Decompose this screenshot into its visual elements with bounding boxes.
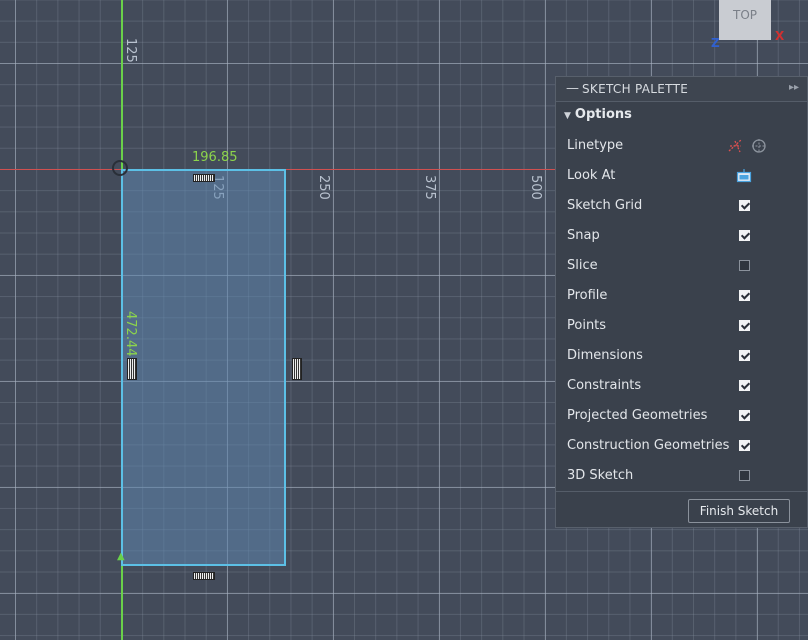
option-row: Snap [567,221,797,251]
vertical-constraint-icon[interactable] [292,358,302,380]
palette-header: — SKETCH PALETTE ▸▸ [556,77,807,102]
origin-point-icon[interactable] [112,160,128,176]
option-row: Sketch Grid [567,191,797,221]
checkbox[interactable] [739,230,750,241]
finish-sketch-button[interactable]: Finish Sketch [688,499,790,523]
checkbox[interactable] [739,440,750,451]
tick-label: 500 [528,175,543,200]
option-row: Construction Geometries [567,431,797,461]
option-row: Constraints [567,371,797,401]
checkbox[interactable] [739,290,750,301]
option-label: Profile [567,288,608,303]
triangle-down-icon: ▼ [564,111,571,121]
viewcube-z-axis: Z [711,36,720,50]
checkbox[interactable] [739,350,750,361]
construction-line-icon[interactable] [727,138,743,154]
option-label: Sketch Grid [567,198,643,213]
option-label: Snap [567,228,600,243]
option-label: Points [567,318,607,333]
palette-title: SKETCH PALETTE [582,82,689,96]
tick-label: 250 [316,175,331,200]
option-label: Construction Geometries [567,438,730,453]
option-label: Dimensions [567,348,643,363]
tick-label: 375 [422,175,437,200]
checkbox[interactable] [739,200,750,211]
option-row: Points [567,311,797,341]
corner-arrow-icon: ▲ [117,551,125,562]
option-label: 3D Sketch [567,468,634,483]
options-section-header[interactable]: ▼ Options [564,107,632,122]
centerline-icon[interactable] [751,138,767,154]
checkbox[interactable] [739,260,750,271]
option-row: Projected Geometries [567,401,797,431]
option-row: Profile [567,281,797,311]
option-label: Linetype [567,138,624,153]
expand-icon[interactable]: ▸▸ [789,82,799,93]
option-label: Slice [567,258,598,273]
horizontal-constraint-icon[interactable] [193,572,215,580]
checkbox[interactable] [739,470,750,481]
option-row: Dimensions [567,341,797,371]
option-row: Look At [567,161,797,191]
option-label: Projected Geometries [567,408,708,423]
look-at-icon[interactable] [736,168,752,184]
checkbox[interactable] [739,320,750,331]
divider [556,491,807,492]
width-dimension[interactable]: 196.85 [192,150,238,165]
sketch-rectangle-profile[interactable] [121,169,286,566]
viewcube-x-axis: X [775,29,785,43]
sketch-palette: — SKETCH PALETTE ▸▸ ▼ Options Linetype Loo… [555,76,808,528]
option-row: 3D Sketch [567,461,797,491]
checkbox[interactable] [739,380,750,391]
tick-label: 125 [123,38,138,63]
collapse-icon[interactable]: — [566,81,579,96]
horizontal-constraint-icon[interactable] [193,174,215,182]
height-dimension[interactable]: 472.44 [123,311,138,357]
checkbox[interactable] [739,410,750,421]
option-row: Linetype [567,131,797,161]
option-label: Constraints [567,378,642,393]
viewcube[interactable]: TOP [719,0,771,40]
section-label: Options [574,107,632,122]
option-label: Look At [567,168,616,183]
vertical-constraint-icon[interactable] [127,358,137,380]
option-row: Slice [567,251,797,281]
